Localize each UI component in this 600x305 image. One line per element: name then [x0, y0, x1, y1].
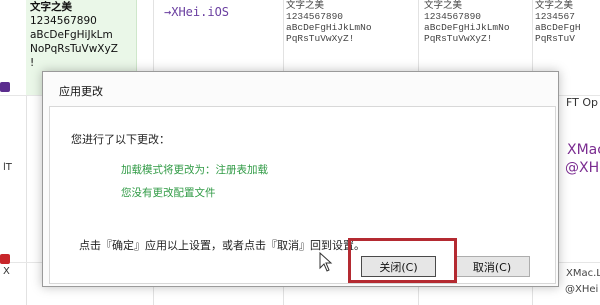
- close-button[interactable]: 关闭(C): [361, 256, 436, 277]
- red-badge-icon: [0, 254, 10, 264]
- preview-line: aBcDeFgHiJkLmNo: [424, 22, 510, 33]
- dialog-content: 您进行了以下更改： 加载模式将更改为：注册表加载 您没有更改配置文件 点击『确定…: [49, 106, 556, 284]
- intro-text: 您进行了以下更改：: [71, 133, 170, 146]
- preview-line: !: [30, 57, 35, 69]
- preview-line: 文字之美: [286, 0, 325, 11]
- font-author-fragment: @XHei: [565, 284, 599, 295]
- font-preview-card[interactable]: 文字之美 1234567890 aBcDeFgHiJkLmNo PqRsTuVw…: [424, 0, 524, 60]
- font-preview-card[interactable]: 文字之美 1234567890 aBcDeFgHiJkLmNo PqRsTuVw…: [286, 0, 386, 60]
- ft-option-label: FT Op: [566, 96, 598, 109]
- font-name-fragment: XMac.: [567, 142, 600, 158]
- preview-line: PqRsTuV: [535, 33, 575, 44]
- purple-badge-icon: [0, 82, 10, 92]
- preview-line: NoPqRsTuVwXyZ: [30, 43, 118, 55]
- font-preview-card[interactable]: →XHei.iOS: [164, 0, 284, 40]
- change-item: 加载模式将更改为：注册表加载: [121, 164, 268, 176]
- preview-line: 文字之美: [30, 1, 72, 13]
- preview-title: →XHei.iOS: [164, 5, 230, 19]
- font-author-fragment: @XHe: [565, 160, 600, 176]
- preview-line: 1234567890: [30, 15, 97, 27]
- mouse-cursor-icon: [319, 252, 333, 272]
- preview-line: 文字之美: [535, 0, 574, 11]
- apply-changes-dialog: 应用更改 您进行了以下更改： 加载模式将更改为：注册表加载 您没有更改配置文件 …: [42, 71, 559, 287]
- preview-line: 1234567890: [424, 11, 482, 22]
- preview-line: aBcDeFgHiJkLm: [30, 29, 113, 41]
- side-fragment: lT: [3, 162, 12, 173]
- preview-line: 文字之美: [424, 0, 463, 11]
- preview-line: aBcDeFgH: [535, 22, 581, 33]
- cancel-button[interactable]: 取消(C): [454, 256, 530, 277]
- preview-line: 1234567: [535, 11, 575, 22]
- font-name-fragment: XMac.LCD.H: [566, 268, 600, 279]
- hint-text: 点击『确定』应用以上设置，或者点击『取消』回到设置。: [79, 239, 365, 252]
- dialog-title: 应用更改: [59, 85, 103, 98]
- preview-line: 1234567890: [286, 11, 344, 22]
- font-preview-card[interactable]: 文字之美 1234567 aBcDeFgH PqRsTuV: [535, 0, 600, 60]
- change-item: 您没有更改配置文件: [121, 187, 216, 199]
- side-fragment: X: [3, 266, 10, 277]
- preview-line: aBcDeFgHiJkLmNo: [286, 22, 372, 33]
- preview-line: PqRsTuVwXyZ!: [424, 33, 493, 44]
- preview-line: PqRsTuVwXyZ!: [286, 33, 355, 44]
